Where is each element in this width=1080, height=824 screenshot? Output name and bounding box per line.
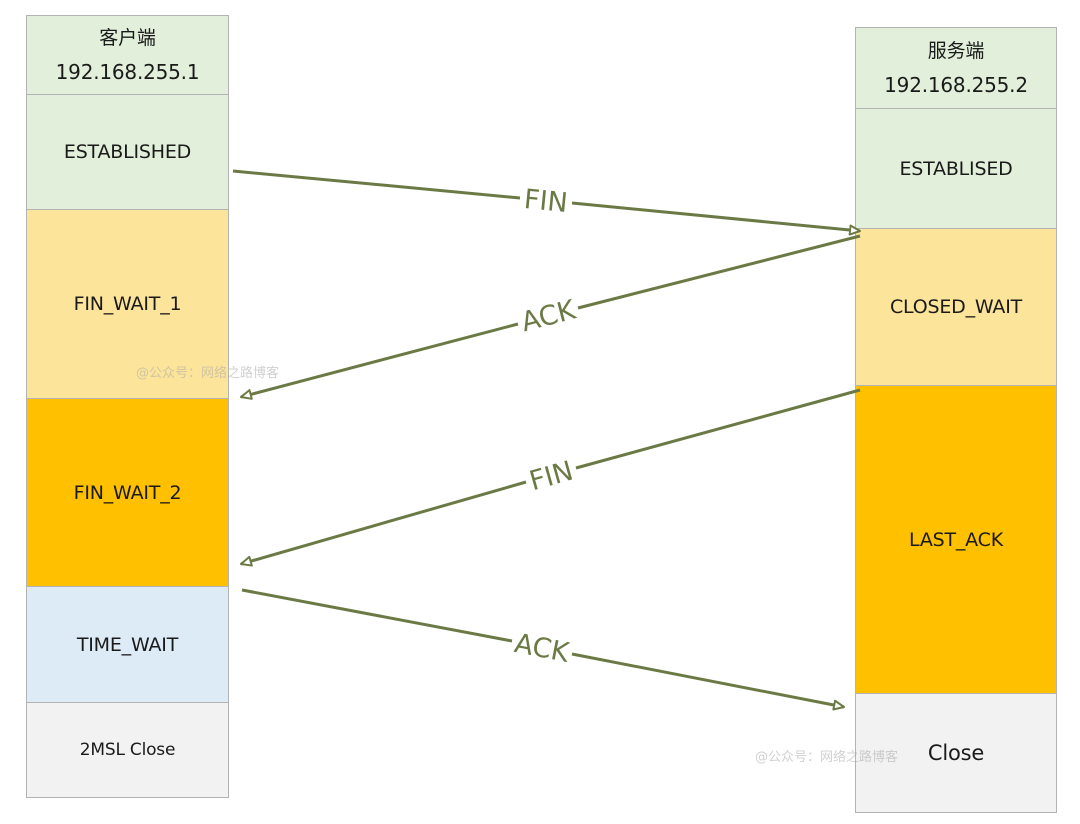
arrow-line	[240, 480, 527, 567]
arrow-line	[240, 322, 519, 400]
message-label: FIN	[523, 184, 569, 219]
message-fin-server-to-client: FIN	[240, 388, 861, 567]
message-label: ACK	[518, 294, 580, 338]
message-fin-client-to-server: FIN	[232, 169, 861, 236]
message-ack-client-to-server: ACK	[241, 588, 845, 711]
arrow-line	[571, 652, 845, 711]
message-arrows: FIN ACK FIN ACK	[232, 169, 861, 711]
watermark: @公众号：网络之路博客	[136, 366, 280, 381]
message-ack-server-to-client: ACK	[240, 234, 861, 400]
arrow-line	[577, 234, 861, 310]
message-label: FIN	[526, 456, 576, 498]
arrow-line	[571, 201, 861, 236]
arrow-line	[232, 169, 521, 200]
watermark: @公众号：网络之路博客	[755, 750, 899, 765]
arrow-line	[575, 388, 861, 470]
arrow-line	[241, 588, 513, 643]
message-label: ACK	[512, 628, 573, 669]
